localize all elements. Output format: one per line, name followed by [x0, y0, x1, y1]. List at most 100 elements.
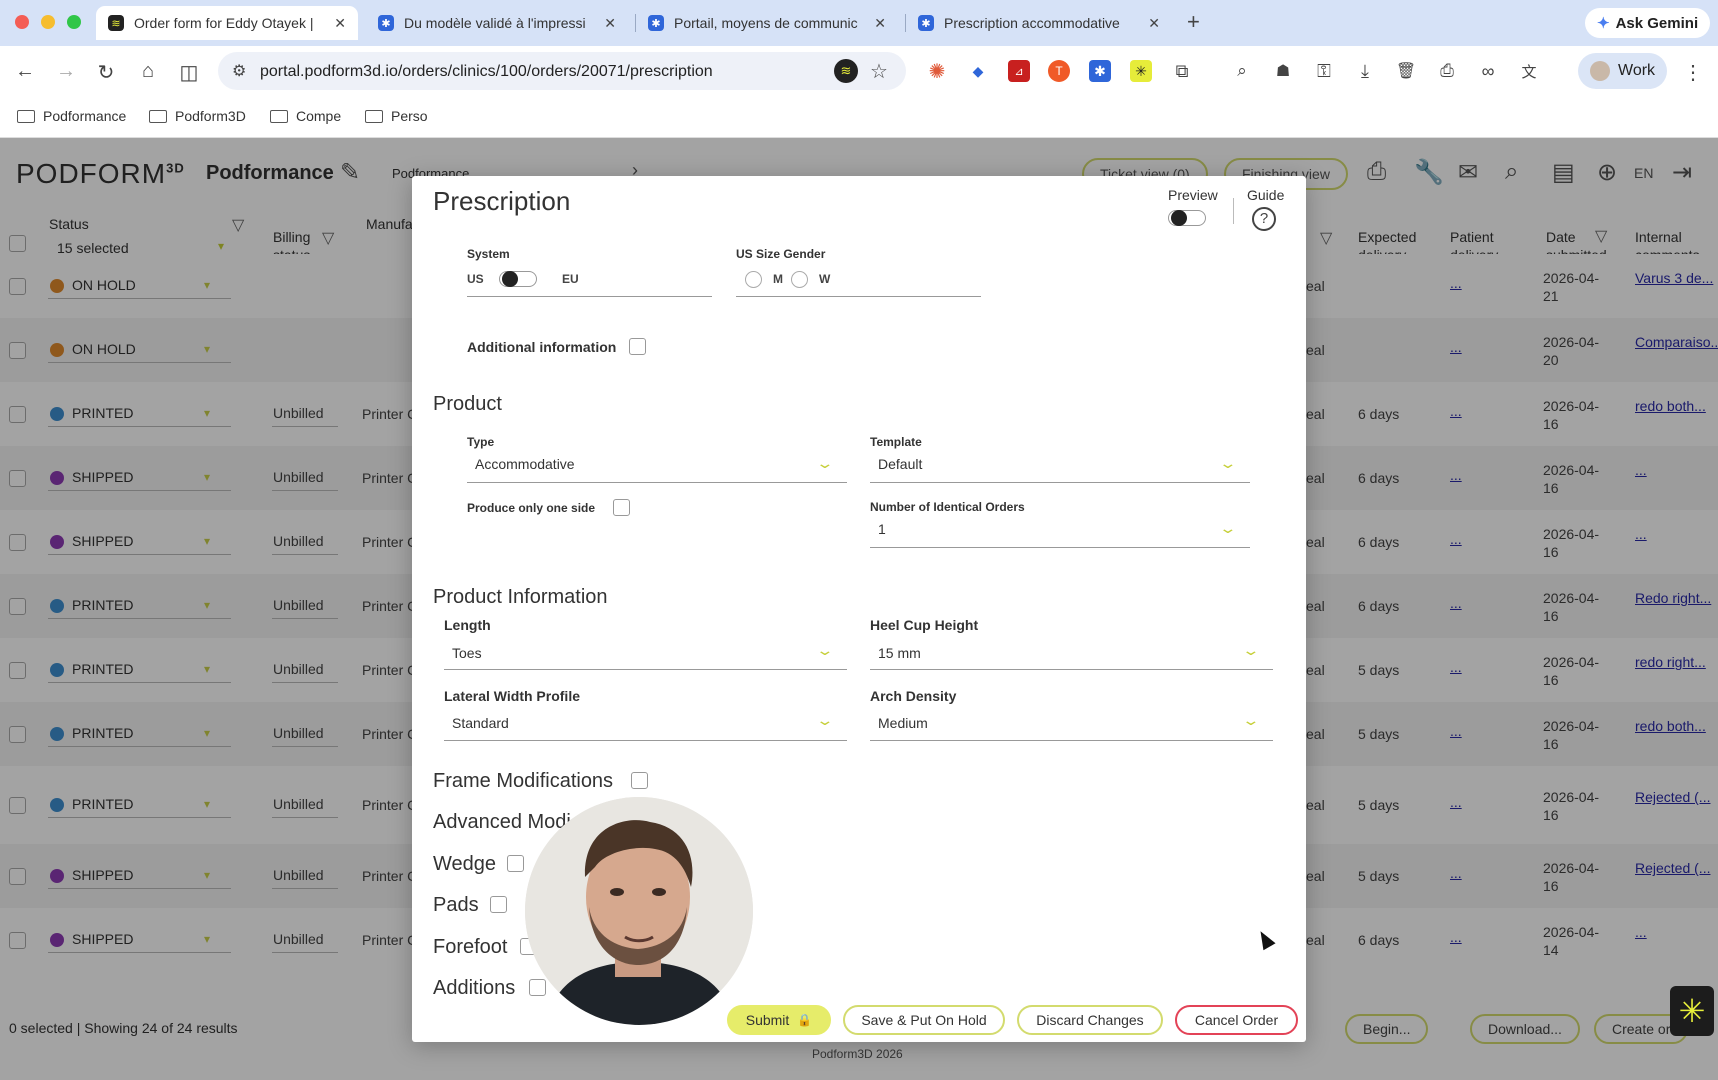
- presenter-video-image: [525, 797, 753, 1025]
- ask-gemini-label: Ask Gemini: [1615, 14, 1699, 32]
- help-question-icon[interactable]: ?: [1252, 207, 1276, 231]
- forward-icon[interactable]: →: [54, 60, 78, 83]
- bookmark-label: Compe: [296, 108, 342, 124]
- download-icon[interactable]: ⤓: [1354, 60, 1376, 82]
- browser-menu-icon[interactable]: ⋮: [1681, 60, 1705, 85]
- extensions-puzzle-icon[interactable]: ⧉: [1171, 60, 1193, 82]
- additions-label: Additions: [433, 977, 516, 999]
- maximize-window-button[interactable]: [67, 15, 81, 29]
- save-hold-button[interactable]: Save & Put On Hold: [843, 1005, 1005, 1035]
- tab-title: Order form for Eddy Otayek |: [134, 15, 314, 31]
- tab-search-icon[interactable]: ⌕: [1231, 60, 1253, 82]
- split-view-icon[interactable]: ◫: [177, 60, 201, 85]
- minimize-window-button[interactable]: [41, 15, 55, 29]
- address-bar[interactable]: ⚙ portal.podform3d.io/orders/clinics/100…: [218, 52, 906, 90]
- claude-extension-icon[interactable]: ✺: [926, 60, 948, 83]
- lateral-width-underline: [444, 740, 847, 741]
- app-favicon: ✱: [378, 15, 394, 31]
- gender-w-radio[interactable]: [791, 271, 808, 288]
- print-icon[interactable]: ⎙: [1436, 60, 1458, 82]
- additional-info-checkbox[interactable]: [629, 338, 646, 355]
- template-select[interactable]: Default ⌄: [870, 451, 1250, 481]
- pads-checkbox[interactable]: [490, 896, 507, 913]
- us-size-gender-label: US Size Gender: [736, 247, 826, 261]
- identical-orders-select[interactable]: 1 ⌄: [870, 516, 1250, 546]
- translate-icon[interactable]: 文: [1518, 60, 1540, 82]
- pdf-extension-icon[interactable]: ⊿: [1008, 60, 1030, 82]
- app-extension-icon[interactable]: ✱: [1089, 60, 1111, 82]
- folder-icon: [17, 109, 35, 123]
- wedge-checkbox[interactable]: [507, 855, 524, 872]
- url-text[interactable]: portal.podform3d.io/orders/clinics/100/o…: [260, 63, 713, 81]
- back-icon[interactable]: ←: [13, 60, 37, 83]
- system-us-label: US: [467, 272, 484, 286]
- one-side-checkbox[interactable]: [613, 499, 630, 516]
- floating-star-widget[interactable]: ✳: [1670, 986, 1714, 1036]
- template-label: Template: [870, 435, 922, 449]
- trash-icon[interactable]: 🗑: [1395, 60, 1417, 82]
- gender-underline: [736, 296, 981, 297]
- frame-modifications-checkbox[interactable]: [631, 772, 648, 789]
- arch-density-select[interactable]: Medium ⌄: [870, 708, 1273, 738]
- close-tab-icon[interactable]: ✕: [604, 15, 616, 32]
- close-window-button[interactable]: [15, 15, 29, 29]
- password-key-icon[interactable]: ⚿: [1313, 60, 1335, 82]
- site-settings-icon[interactable]: ⚙: [232, 61, 246, 81]
- profile-button[interactable]: Work: [1578, 53, 1668, 89]
- additions-checkbox[interactable]: [529, 979, 546, 996]
- app-favicon: ✱: [648, 15, 664, 31]
- folder-icon: [149, 109, 167, 123]
- reload-icon[interactable]: ↻: [94, 60, 118, 85]
- type-select[interactable]: Accommodative ⌄: [467, 451, 847, 481]
- ask-gemini-button[interactable]: ✦ Ask Gemini: [1585, 8, 1711, 38]
- template-underline: [870, 482, 1250, 483]
- browser-tab-order-form[interactable]: ≋ Order form for Eddy Otayek | ✕: [96, 6, 358, 40]
- heel-cup-select[interactable]: 15 mm ⌄: [870, 638, 1273, 668]
- bookmark-folder-podform3d[interactable]: Podform3D: [149, 108, 246, 124]
- bookmark-folder-compe[interactable]: Compe: [270, 108, 341, 124]
- translate-extension-icon[interactable]: T: [1048, 60, 1070, 82]
- folder-icon: [365, 109, 383, 123]
- system-toggle[interactable]: [499, 270, 537, 287]
- identical-orders-label: Number of Identical Orders: [870, 500, 1025, 514]
- gemini-star-icon: ✦: [1597, 15, 1610, 32]
- link-icon[interactable]: ∞: [1477, 60, 1499, 82]
- submit-button[interactable]: Submit 🔒: [727, 1005, 831, 1035]
- advanced-modifications-label: Advanced Modi: [433, 811, 571, 833]
- browser-tab-modele[interactable]: ✱ Du modèle validé à l'impressi ✕: [366, 6, 628, 40]
- tab-title: Portail, moyens de communic: [674, 15, 858, 31]
- preview-label: Preview: [1168, 187, 1218, 203]
- bookmark-star-icon[interactable]: ☆: [870, 59, 888, 84]
- gender-m-radio[interactable]: [745, 271, 762, 288]
- avatar: [1590, 61, 1610, 81]
- guide-label: Guide: [1247, 187, 1285, 203]
- chevron-down-icon: ⌄: [1218, 520, 1238, 536]
- gender-w-label: W: [819, 272, 831, 286]
- close-tab-icon[interactable]: ✕: [334, 15, 346, 32]
- preview-toggle[interactable]: [1168, 209, 1206, 226]
- lateral-width-select[interactable]: Standard ⌄: [444, 708, 847, 738]
- browser-tab-portail[interactable]: ✱ Portail, moyens de communic ✕: [636, 6, 898, 40]
- discard-changes-button[interactable]: Discard Changes: [1017, 1005, 1163, 1035]
- close-tab-icon[interactable]: ✕: [874, 15, 886, 32]
- home-icon[interactable]: ⌂: [136, 60, 160, 83]
- product-info-section-title: Product Information: [433, 586, 608, 608]
- chevron-down-icon: ⌄: [1241, 642, 1261, 658]
- vertical-divider: [1233, 198, 1234, 224]
- chevron-down-icon: ⌄: [1241, 712, 1261, 728]
- star-extension-icon[interactable]: ✳: [1130, 60, 1152, 82]
- browser-tab-prescription[interactable]: ✱ Prescription accommodative ✕: [906, 6, 1172, 40]
- lateral-width-label: Lateral Width Profile: [444, 688, 581, 704]
- diamond-extension-icon[interactable]: ◆: [967, 60, 989, 82]
- length-select[interactable]: Toes ⌄: [444, 638, 847, 668]
- new-tab-button[interactable]: +: [1187, 9, 1200, 35]
- podform-extension-icon[interactable]: ≋: [834, 59, 858, 83]
- identical-orders-value: 1: [878, 521, 886, 537]
- chevron-down-icon: ⌄: [815, 712, 835, 728]
- incognito-icon[interactable]: ☗: [1272, 60, 1294, 82]
- close-tab-icon[interactable]: ✕: [1148, 15, 1160, 32]
- profile-label: Work: [1618, 62, 1656, 79]
- bookmark-folder-perso[interactable]: Perso: [365, 108, 428, 124]
- cancel-order-button[interactable]: Cancel Order: [1175, 1005, 1298, 1035]
- bookmark-folder-podformance[interactable]: Podformance: [17, 108, 126, 124]
